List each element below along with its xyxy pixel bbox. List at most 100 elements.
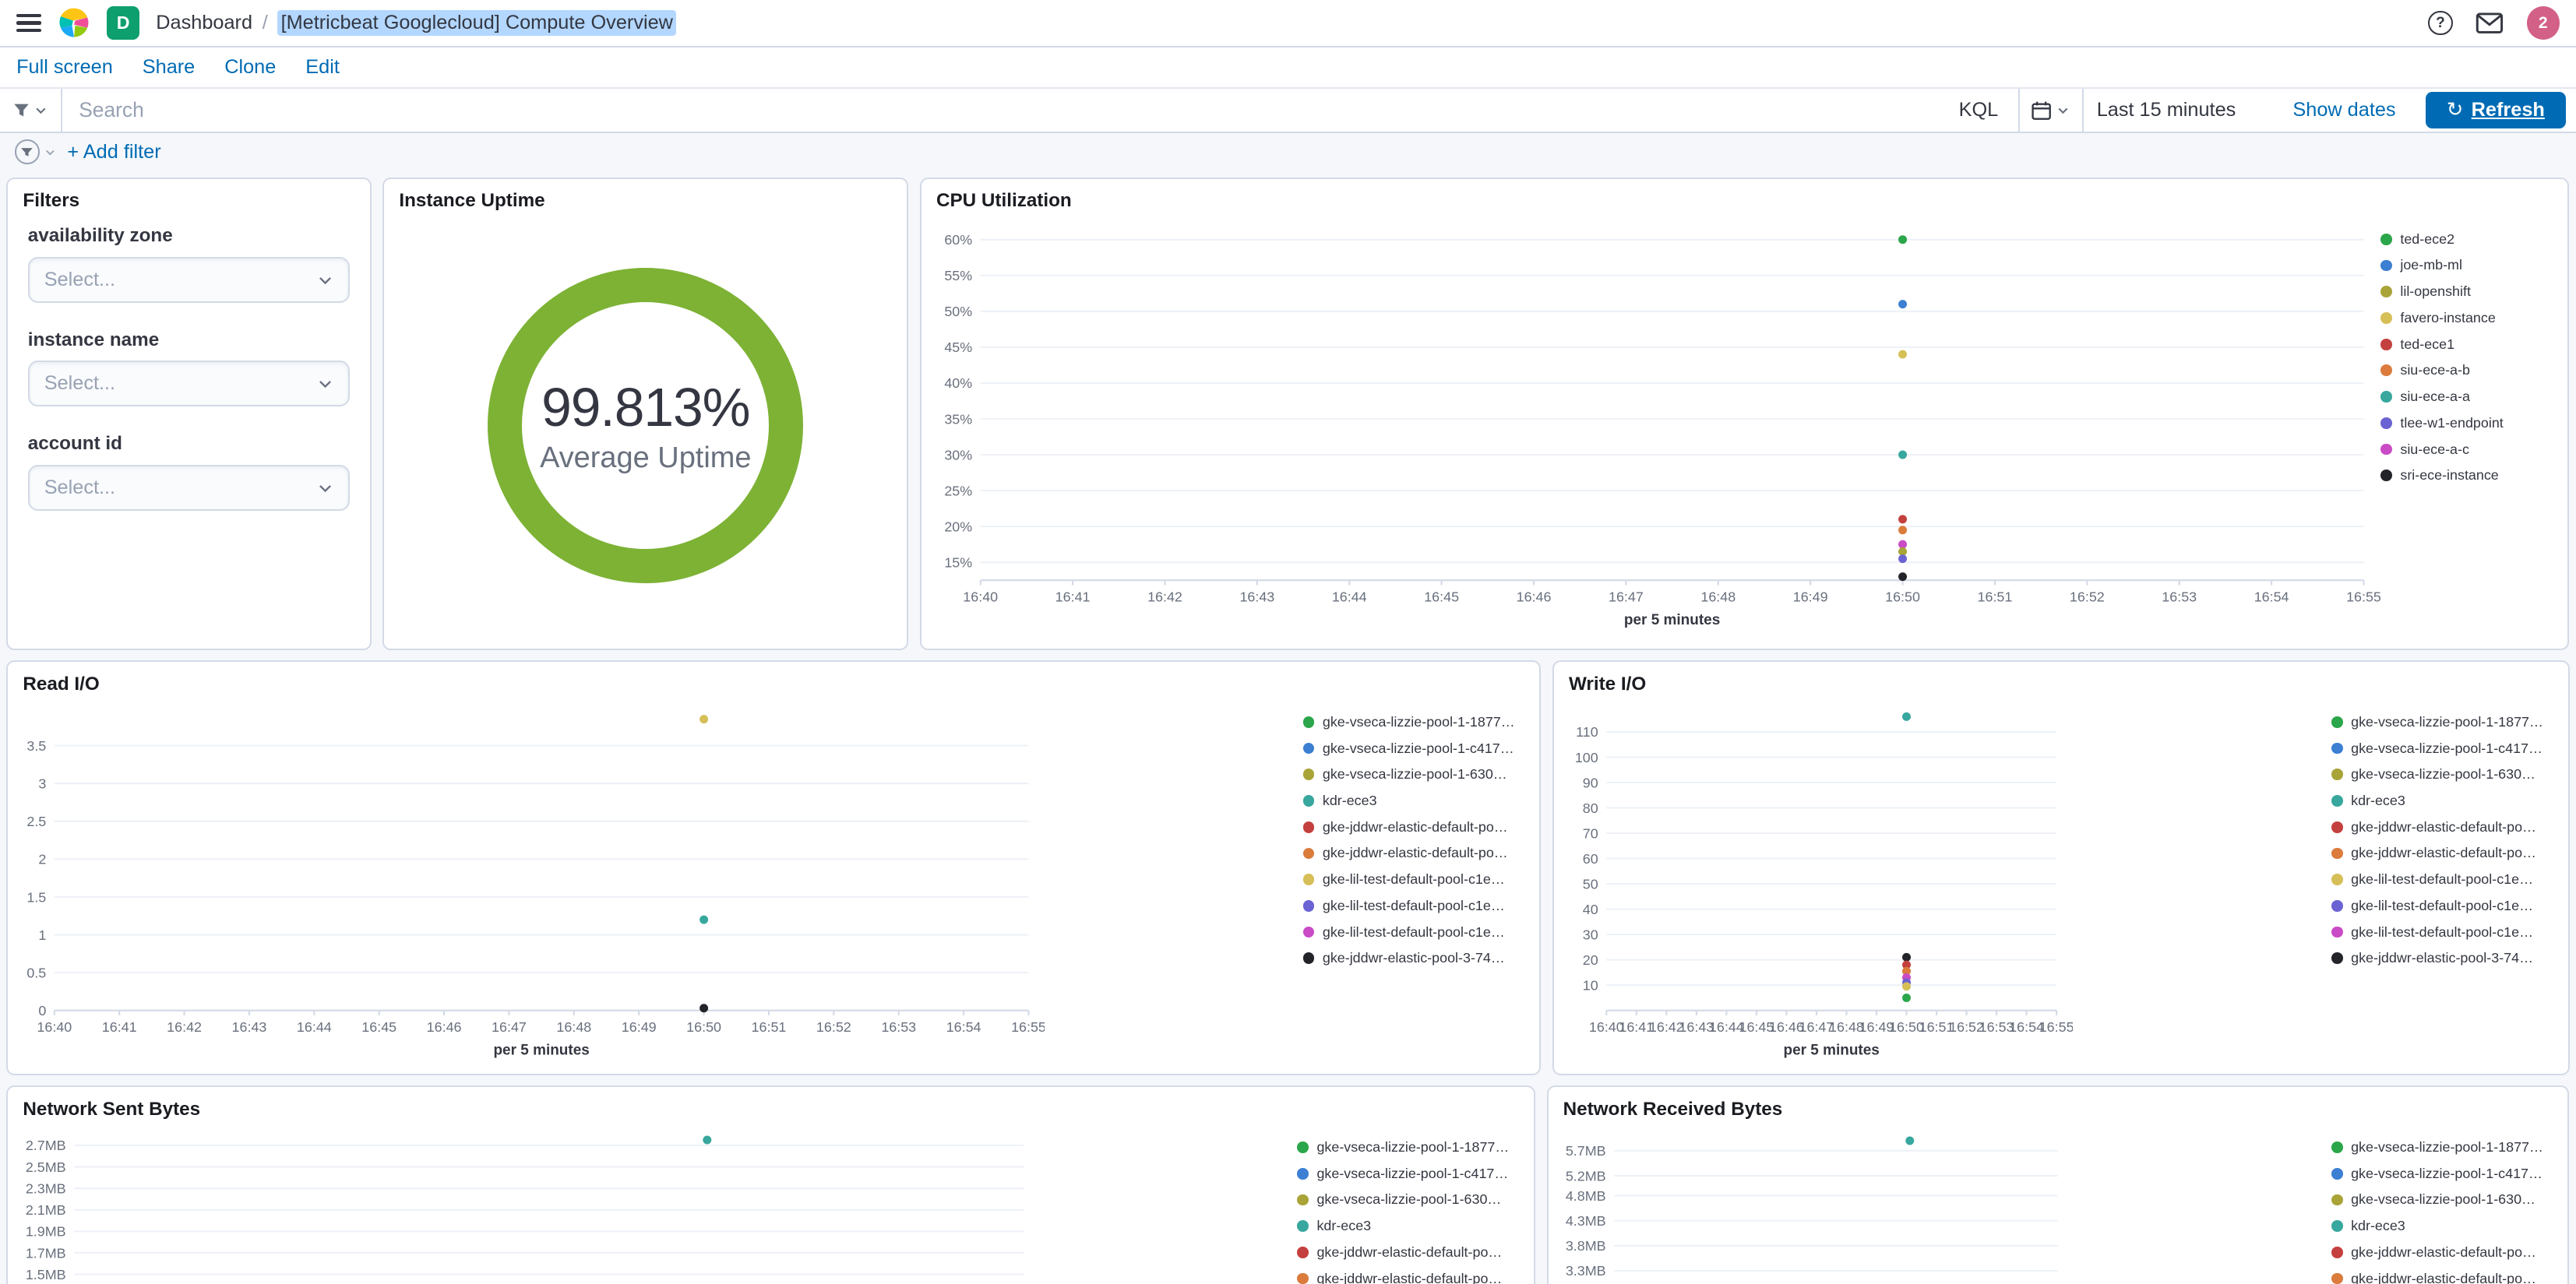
dashboard-row-2: Read I/O 0 0.5 1 1.5 2 2.5 3 3.5 16:40 16:41 16:42… bbox=[6, 660, 2570, 1076]
filter-control-group: account id Select... bbox=[27, 433, 351, 511]
legend-item[interactable]: kdr-ece3 bbox=[2331, 790, 2555, 811]
search-input[interactable] bbox=[62, 97, 1940, 122]
legend-item[interactable]: gke-jddwr-elastic-default-po… bbox=[2331, 1268, 2555, 1284]
filter-control-group: availability zone Select... bbox=[27, 225, 351, 304]
read-io-plot[interactable]: 0 0.5 1 1.5 2 2.5 3 3.5 16:40 16:41 16:42 16:43 16:4… bbox=[12, 698, 1303, 1066]
legend-dot-icon bbox=[2380, 286, 2392, 298]
network-sent-plot[interactable]: 1.5MB1.7MB1.9MB2.1MB2.3MB2.5MB2.7MB16:40… bbox=[12, 1124, 1298, 1284]
filter-options-button[interactable] bbox=[14, 139, 56, 164]
help-icon[interactable]: ? bbox=[2428, 10, 2453, 36]
availability-zone-select[interactable]: Select... bbox=[27, 256, 351, 304]
filter-control-group: instance name Select... bbox=[27, 329, 351, 407]
legend-label: gke-jddwr-elastic-default-po… bbox=[2351, 818, 2536, 835]
data-point bbox=[1898, 572, 1908, 581]
legend-item[interactable]: gke-jddwr-elastic-default-po… bbox=[1302, 843, 1527, 864]
breadcrumb-root-link[interactable]: Dashboard bbox=[156, 12, 252, 34]
legend-item[interactable]: siu-ece-a-a bbox=[2380, 386, 2555, 407]
instance-name-select[interactable]: Select... bbox=[27, 361, 351, 407]
legend-item[interactable]: gke-vseca-lizzie-pool-1-630… bbox=[1297, 1189, 1521, 1210]
breadcrumb-separator: / bbox=[262, 12, 268, 34]
legend-dot-icon bbox=[1302, 795, 1315, 807]
legend-item[interactable]: gke-jddwr-elastic-default-po… bbox=[2331, 1242, 2555, 1263]
legend-item[interactable]: kdr-ece3 bbox=[2331, 1215, 2555, 1237]
legend-item[interactable]: lil-openshift bbox=[2380, 281, 2555, 302]
legend-item[interactable]: gke-vseca-lizzie-pool-1-1877… bbox=[1302, 712, 1527, 733]
legend-item[interactable]: gke-lil-test-default-pool-c1e… bbox=[2331, 895, 2555, 916]
legend-item[interactable]: gke-jddwr-elastic-default-po… bbox=[1302, 816, 1527, 837]
date-quick-select-button[interactable] bbox=[2020, 89, 2082, 132]
legend-item[interactable]: siu-ece-a-b bbox=[2380, 360, 2555, 381]
share-link[interactable]: Share bbox=[143, 56, 196, 79]
legend-label: gke-jddwr-elastic-default-po… bbox=[2351, 1244, 2536, 1260]
svg-text:16:49: 16:49 bbox=[621, 1019, 656, 1035]
legend-item[interactable]: gke-vseca-lizzie-pool-1-1877… bbox=[1297, 1137, 1521, 1158]
time-range-value[interactable]: Last 15 minutes bbox=[2097, 99, 2236, 121]
legend-label: gke-vseca-lizzie-pool-1-c417… bbox=[2351, 1165, 2543, 1181]
clone-link[interactable]: Clone bbox=[224, 56, 276, 79]
legend-item[interactable]: gke-jddwr-elastic-default-po… bbox=[1297, 1242, 1521, 1263]
filter-funnel-icon bbox=[14, 104, 29, 117]
legend-item[interactable]: gke-jddwr-elastic-default-po… bbox=[1297, 1268, 1521, 1284]
user-avatar[interactable]: 2 bbox=[2526, 6, 2560, 40]
legend-item[interactable]: joe-mb-ml bbox=[2380, 255, 2555, 276]
legend-item[interactable]: gke-vseca-lizzie-pool-1-c417… bbox=[2331, 1163, 2555, 1184]
legend-item[interactable]: gke-jddwr-elastic-default-po… bbox=[2331, 843, 2555, 864]
svg-text:1.7MB: 1.7MB bbox=[25, 1245, 65, 1261]
kql-syntax-button[interactable]: KQL bbox=[1939, 99, 2017, 121]
legend-item[interactable]: gke-lil-test-default-pool-c1e… bbox=[1302, 895, 1527, 916]
cpu-utilization-plot[interactable]: 15% 20% 25% 30% 35% 40% 45% 50% 55% 60% 16:40 16:41… bbox=[925, 216, 2382, 636]
legend-item[interactable]: ted-ece2 bbox=[2380, 229, 2555, 250]
legend-item[interactable]: gke-lil-test-default-pool-c1e… bbox=[1302, 869, 1527, 890]
write-io-plot[interactable]: 10 20 30 40 50 60 70 80 90 100 110 16:40 16:41 16:42 1… bbox=[1557, 698, 2331, 1066]
legend-item[interactable]: kdr-ece3 bbox=[1297, 1215, 1521, 1237]
legend-item[interactable]: gke-vseca-lizzie-pool-1-630… bbox=[1302, 764, 1527, 785]
legend-dot-icon bbox=[1302, 769, 1315, 781]
legend-label: kdr-ece3 bbox=[2351, 792, 2405, 808]
full-screen-link[interactable]: Full screen bbox=[16, 56, 113, 79]
panel-network-sent-bytes: Network Sent Bytes 1.5MB 1.7MB 1.9MB 2.1MB 2… bbox=[6, 1085, 1535, 1284]
legend-item[interactable]: gke-jddwr-elastic-pool-3-74… bbox=[1302, 948, 1527, 969]
read-io-legend: gke-vseca-lizzie-pool-1-1877… gke-vseca-l… bbox=[1302, 698, 1527, 1066]
edit-link[interactable]: Edit bbox=[305, 56, 340, 79]
legend-item[interactable]: siu-ece-a-c bbox=[2380, 438, 2555, 459]
svg-text:per 5 minutes: per 5 minutes bbox=[1624, 612, 1720, 628]
legend-item[interactable]: gke-lil-test-default-pool-c1e… bbox=[1302, 921, 1527, 942]
elastic-logo[interactable] bbox=[58, 6, 90, 39]
page-title: [Metricbeat Googlecloud] Compute Overvie… bbox=[277, 9, 677, 37]
legend-item[interactable]: gke-vseca-lizzie-pool-1-630… bbox=[2331, 1189, 2555, 1210]
legend-label: gke-lil-test-default-pool-c1e… bbox=[1322, 897, 1505, 913]
refresh-button[interactable]: ↻ Refresh bbox=[2425, 92, 2567, 128]
legend-item[interactable]: gke-vseca-lizzie-pool-1-1877… bbox=[2331, 1137, 2555, 1158]
account-id-select[interactable]: Select... bbox=[27, 464, 351, 511]
dashboard-row-1: Filters availability zone Select... inst… bbox=[6, 177, 2570, 651]
show-dates-link[interactable]: Show dates bbox=[2292, 99, 2395, 121]
legend-item[interactable]: gke-vseca-lizzie-pool-1-1877… bbox=[2331, 712, 2555, 733]
svg-text:16:54: 16:54 bbox=[946, 1019, 981, 1035]
space-badge[interactable]: D bbox=[107, 6, 140, 40]
legend-item[interactable]: gke-lil-test-default-pool-c1e… bbox=[2331, 869, 2555, 890]
network-received-plot[interactable]: 3.3MB3.8MB4.3MB4.8MB5.2MB5.7MB16:4016:41… bbox=[1552, 1124, 2331, 1284]
legend-item[interactable]: gke-vseca-lizzie-pool-1-630… bbox=[2331, 764, 2555, 785]
legend-label: gke-vseca-lizzie-pool-1-1877… bbox=[2351, 1138, 2543, 1155]
legend-label: gke-vseca-lizzie-pool-1-c417… bbox=[1322, 740, 1514, 756]
svg-text:16:43: 16:43 bbox=[1240, 589, 1275, 604]
legend-item[interactable]: favero-instance bbox=[2380, 308, 2555, 329]
legend-item[interactable]: gke-vseca-lizzie-pool-1-c417… bbox=[1302, 737, 1527, 758]
chart-canvas: 10203040506070809010011016:4016:4116:421… bbox=[1575, 712, 2074, 1058]
legend-item[interactable]: gke-lil-test-default-pool-c1e… bbox=[2331, 921, 2555, 942]
svg-text:16:55: 16:55 bbox=[2039, 1019, 2073, 1035]
legend-item[interactable]: gke-vseca-lizzie-pool-1-c417… bbox=[2331, 737, 2555, 758]
filter-options-icon bbox=[14, 139, 40, 164]
legend-item[interactable]: tlee-w1-endpoint bbox=[2380, 413, 2555, 434]
svg-text:5.2MB: 5.2MB bbox=[1566, 1168, 1606, 1184]
legend-item[interactable]: kdr-ece3 bbox=[1302, 790, 1527, 811]
saved-query-menu-button[interactable] bbox=[0, 88, 63, 132]
add-filter-link[interactable]: + Add filter bbox=[67, 141, 160, 164]
hamburger-menu-icon[interactable] bbox=[16, 13, 41, 33]
legend-item[interactable]: gke-jddwr-elastic-pool-3-74… bbox=[2331, 948, 2555, 969]
newsfeed-mail-icon[interactable] bbox=[2476, 12, 2504, 33]
legend-item[interactable]: gke-vseca-lizzie-pool-1-c417… bbox=[1297, 1163, 1521, 1184]
legend-item[interactable]: gke-jddwr-elastic-default-po… bbox=[2331, 816, 2555, 837]
legend-item[interactable]: ted-ece1 bbox=[2380, 333, 2555, 354]
legend-item[interactable]: sri-ece-instance bbox=[2380, 465, 2555, 486]
